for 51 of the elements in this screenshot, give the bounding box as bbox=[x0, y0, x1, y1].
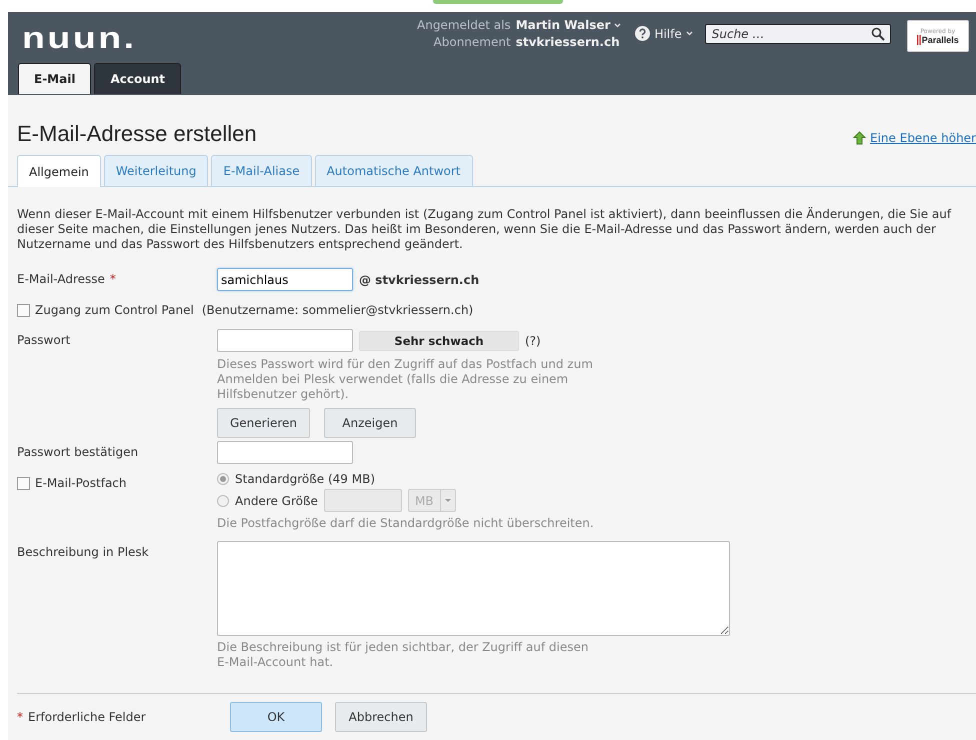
radio-button[interactable] bbox=[217, 494, 229, 506]
strength-meter: Sehr schwach bbox=[359, 330, 519, 350]
help-icon bbox=[635, 26, 650, 41]
tab[interactable]: E-Mail-Aliase bbox=[211, 155, 312, 186]
checkbox-label: Zugang zum Control Panel bbox=[35, 303, 194, 317]
user-menu[interactable]: Martin Walser bbox=[516, 17, 622, 34]
required-mark: * bbox=[17, 710, 23, 724]
ok-button[interactable]: OK bbox=[230, 702, 322, 732]
logo: nuun. bbox=[22, 22, 137, 56]
checkbox[interactable] bbox=[17, 476, 30, 490]
confirm-field[interactable] bbox=[217, 441, 353, 464]
tab[interactable]: Allgemein bbox=[17, 155, 101, 187]
radio-label: Andere Größe bbox=[235, 494, 318, 508]
radio-button[interactable] bbox=[217, 473, 229, 485]
checkbox[interactable] bbox=[17, 304, 30, 316]
tab[interactable]: Automatische Antwort bbox=[314, 155, 473, 186]
intro-text: Wenn dieser E-Mail-Account mit einem Hilfsbenutzer verbunden ist (Zugang zum Control Panel ist aktiviert), dann beeinflussen die Änderungen, die Sie auf dieser Seite machen, die Einstellungen jenes Nutzers. Das heißt im Besonderen, wenn Sie die E-Mail-Adresse und das Passwort ändern, werden auch der Nutzername und das Passwort des Hilfsbenutzers entsprechend geändert. bbox=[17, 207, 952, 252]
page-title: E-Mail-Adresse erstellen bbox=[17, 121, 257, 147]
subscription-label: Abonnement bbox=[432, 34, 511, 51]
hint-text: Die Beschreibung ist für jeden sichtbar, der Zugriff auf diesen E-Mail-Account hat. bbox=[217, 640, 590, 670]
description-field[interactable] bbox=[217, 541, 730, 636]
required-mark: * bbox=[110, 272, 116, 286]
hint-text: Die Postfachgröße darf die Standardgröße nicht überschreiten. bbox=[217, 516, 595, 531]
bars-icon bbox=[916, 34, 921, 44]
field-label: Passwort bestätigen bbox=[17, 445, 138, 459]
field-label: Passwort bbox=[17, 333, 70, 347]
radio-label: Standardgröße (49 MB) bbox=[235, 472, 376, 486]
field-label: E-Mail-Adresse bbox=[17, 272, 105, 286]
email-field[interactable]: samichlaus bbox=[217, 268, 353, 291]
nav-tab[interactable]: Account bbox=[94, 63, 182, 94]
cancel-button[interactable]: Abbrechen bbox=[335, 702, 427, 732]
checkbox-label: E-Mail-Postfach bbox=[35, 476, 127, 490]
up-link[interactable]: Eine Ebene höher bbox=[853, 131, 976, 145]
username-note: (Benutzername: sommelier@stvkriessern.ch) bbox=[202, 303, 474, 317]
tab[interactable]: Weiterleitung bbox=[104, 155, 208, 186]
domain-text: @ stvkriessern.ch bbox=[359, 272, 480, 286]
password-field[interactable] bbox=[217, 329, 353, 352]
hint-text: Dieses Passwort wird für den Zugriff auf das Postfach und zum Anmelden bei Plesk verwendet (falls die Adresse zu einem Hilfsbenutzer gehört). bbox=[217, 357, 594, 402]
caret-icon bbox=[614, 23, 622, 28]
required-note: Erforderliche Felder bbox=[28, 710, 146, 724]
nav-tab[interactable]: E-Mail bbox=[18, 63, 92, 94]
button[interactable]: Anzeigen bbox=[324, 408, 416, 438]
field-label: Beschreibung in Plesk bbox=[17, 545, 149, 559]
help-menu[interactable]: Hilfe bbox=[635, 26, 693, 41]
search-field[interactable]: Suche … bbox=[704, 24, 891, 44]
help-link[interactable]: (?) bbox=[525, 334, 541, 348]
caret-icon bbox=[686, 31, 693, 36]
arrow-up-icon bbox=[853, 131, 866, 145]
subscription-name: stvkriessern.ch bbox=[516, 34, 621, 51]
user-label: Angemeldet als bbox=[417, 17, 511, 34]
button[interactable]: Generieren bbox=[217, 408, 310, 438]
